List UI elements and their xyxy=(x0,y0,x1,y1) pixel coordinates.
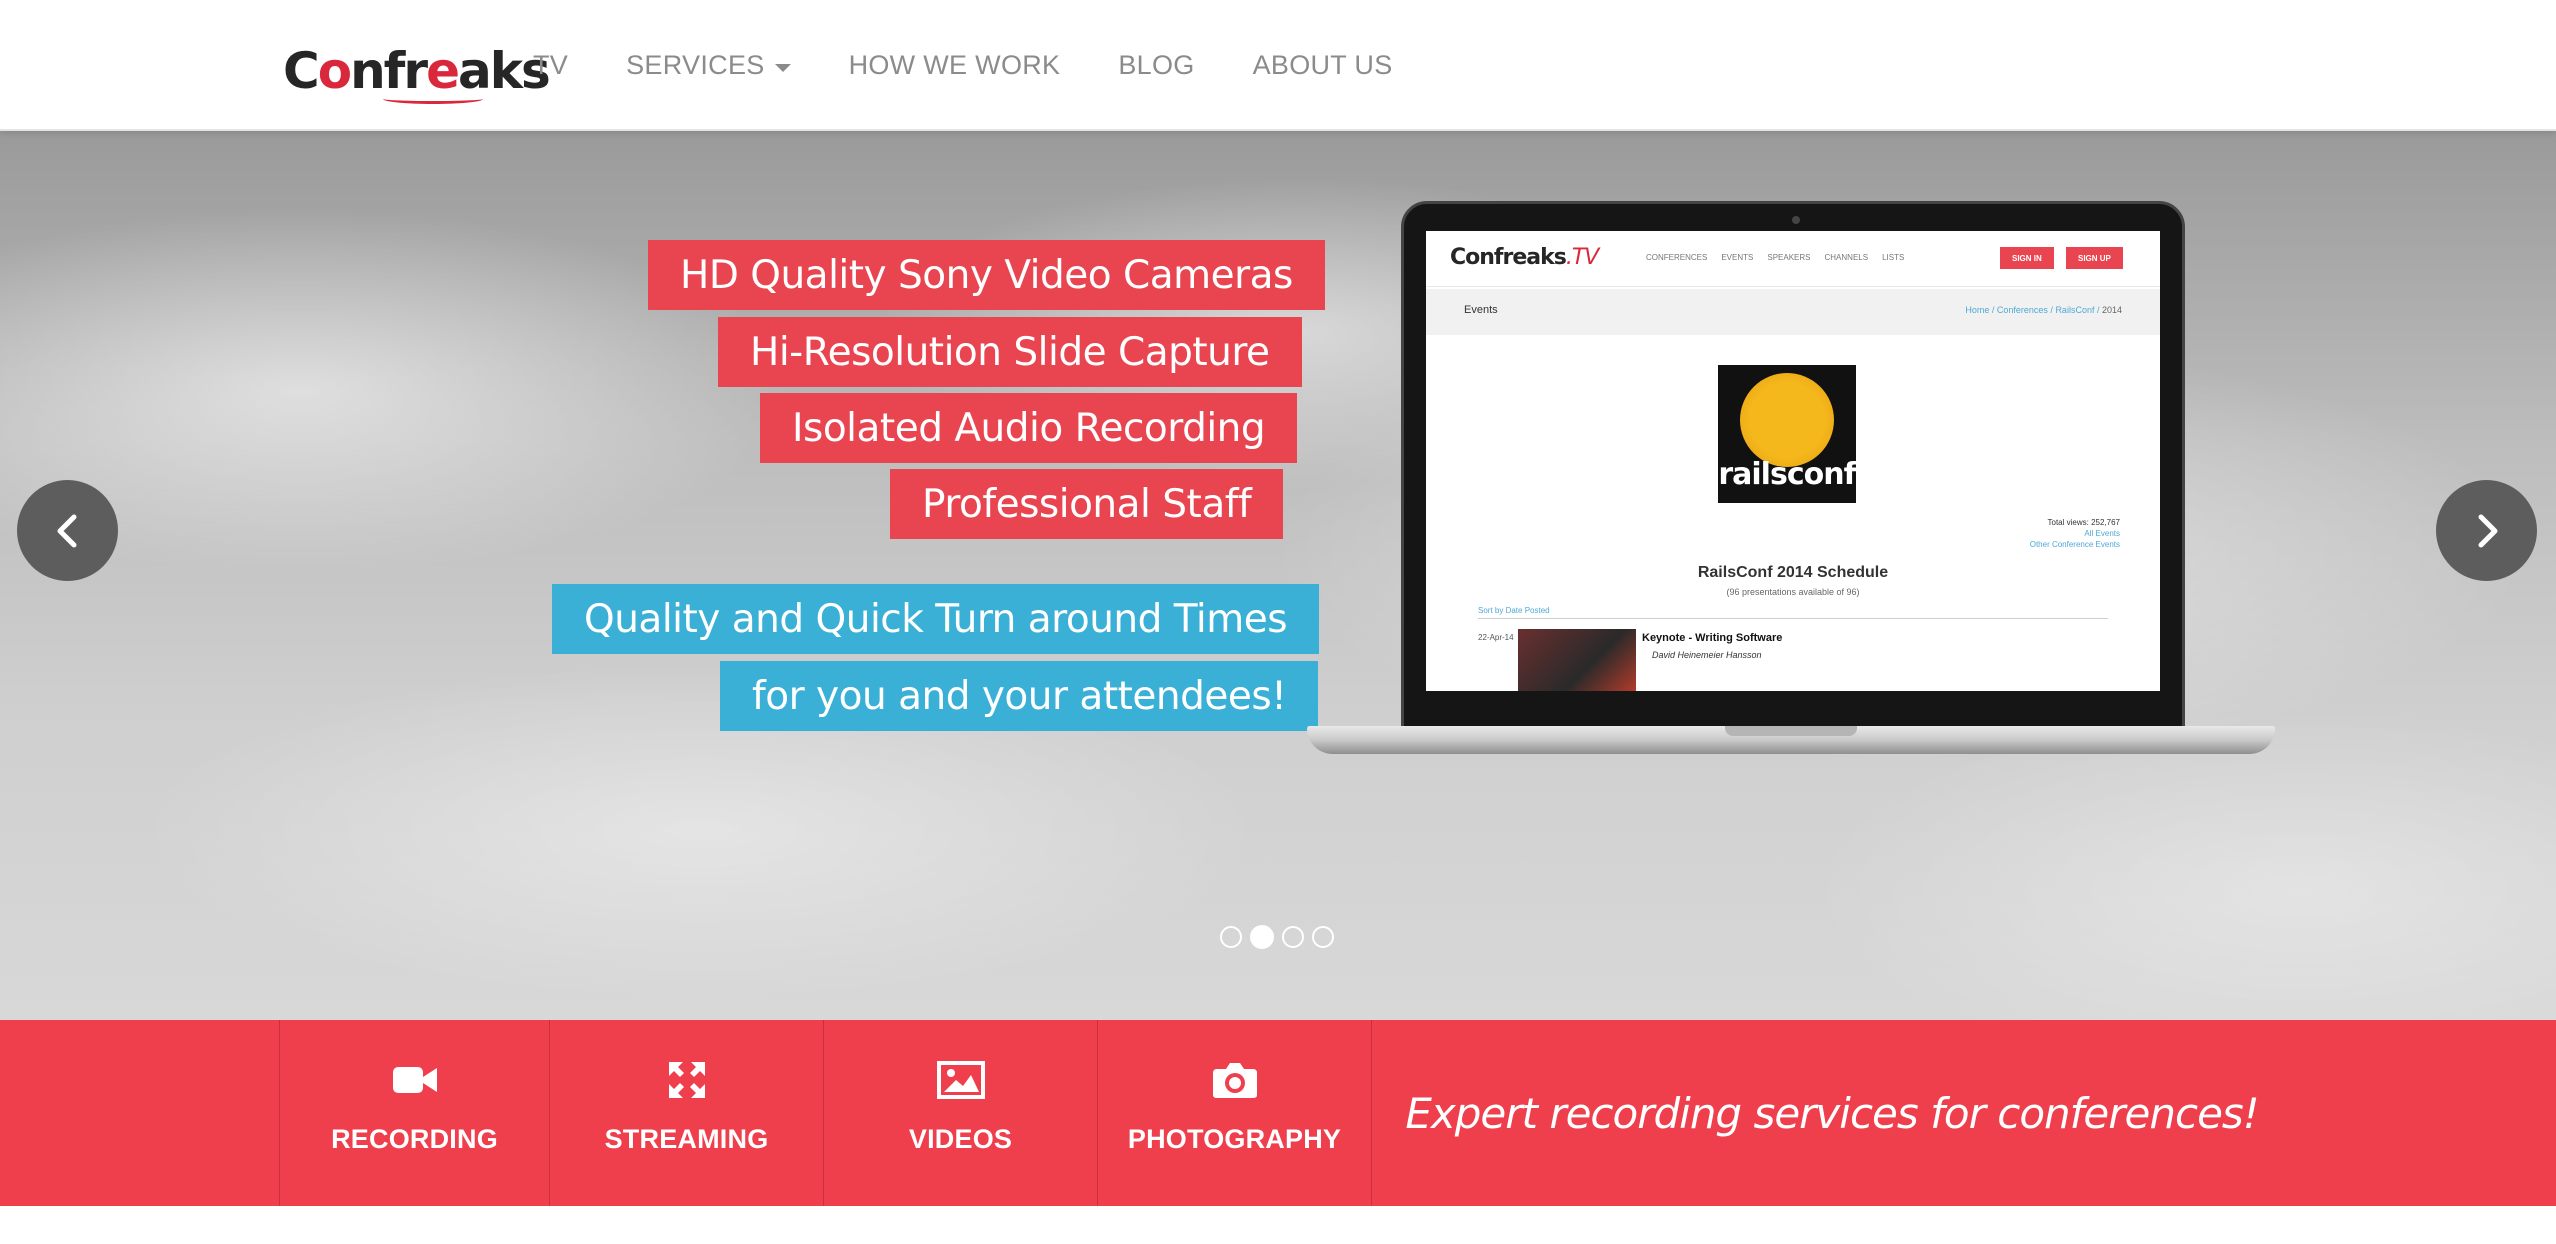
confreaks-logo[interactable]: Co nfr e aks xyxy=(283,40,551,104)
service-recording[interactable]: RECORDING xyxy=(279,1020,549,1206)
video-author: David Heinemeier Hansson xyxy=(1652,650,1762,660)
services-bar: RECORDING STREAMING VIDEOS PHOTOGRAPHY E… xyxy=(0,1020,2556,1206)
logo-letter: e xyxy=(426,42,460,100)
service-photography[interactable]: PHOTOGRAPHY xyxy=(1097,1020,1371,1206)
services-tagline: Expert recording services for conference… xyxy=(1405,1088,2259,1138)
nav-item-blog[interactable]: BLOG xyxy=(1118,50,1194,81)
camera-icon xyxy=(1211,1058,1259,1102)
screen-nav-link: LISTS xyxy=(1882,253,1905,262)
other-events-link: Other Conference Events xyxy=(2029,540,2120,549)
nav-label: HOW WE WORK xyxy=(848,50,1061,80)
crumb: RailsConf xyxy=(2055,305,2095,315)
feature-tag: Quality and Quick Turn around Times xyxy=(552,584,1320,654)
video-date: 22-Apr-14 xyxy=(1478,633,1514,642)
nav-item-services[interactable]: SERVICES xyxy=(626,50,791,81)
chevron-left-icon xyxy=(57,514,76,547)
crumb: Home xyxy=(1965,305,1990,315)
screen-breadcrumb: Home / Conferences / RailsConf / 2014 xyxy=(1965,305,2122,315)
schedule-subtitle: (96 presentations available of 96) xyxy=(1726,587,1860,597)
schedule-title: RailsConf 2014 Schedule xyxy=(1697,564,1889,581)
carousel-dot[interactable] xyxy=(1220,926,1242,948)
logo-swoosh xyxy=(383,94,483,104)
carousel-prev-button[interactable] xyxy=(17,480,118,581)
railsconf-logo: railsconf xyxy=(1718,365,1857,503)
hero-carousel: HD Quality Sony Video Cameras Hi-Resolut… xyxy=(0,131,2556,1020)
logo-letter: o xyxy=(317,42,352,100)
screen-navbar: Confreaks.TV CONFERENCES EVENTS SPEAKERS… xyxy=(1426,231,2160,287)
sun-graphic xyxy=(1740,373,1834,467)
laptop-notch xyxy=(1725,726,1857,736)
service-label: RECORDING xyxy=(331,1124,498,1154)
caret-down-icon xyxy=(774,63,791,72)
picture-icon xyxy=(936,1058,985,1102)
video-title: Keynote - Writing Software xyxy=(1642,632,1783,644)
screen-nav-links: CONFERENCES EVENTS SPEAKERS CHANNELS LIS… xyxy=(1646,253,1918,262)
service-videos[interactable]: VIDEOS xyxy=(823,1020,1097,1206)
top-navbar: Co nfr e aks TV SERVICES HOW WE WORK BLOG A… xyxy=(0,0,2556,131)
crumb: Conferences xyxy=(1996,305,2048,315)
chevron-right-icon xyxy=(2478,514,2497,547)
carousel-indicators xyxy=(1220,925,1342,949)
logo-letter: nfr xyxy=(350,42,428,100)
logo-letter: C xyxy=(283,42,320,100)
crumb: 2014 xyxy=(2101,305,2122,315)
service-label: VIDEOS xyxy=(908,1124,1013,1154)
feature-tag: Professional Staff xyxy=(890,469,1284,539)
screen-nav-link: CHANNELS xyxy=(1824,253,1869,262)
screen-sign-up-button: SIGN UP xyxy=(2066,247,2123,269)
feature-tag: HD Quality Sony Video Cameras xyxy=(648,240,1325,310)
screen-nav-link: CONFERENCES xyxy=(1646,253,1708,262)
nav-label: TV xyxy=(533,50,569,80)
nav-item-about-us[interactable]: ABOUT US xyxy=(1253,50,1393,81)
feature-tag: Hi-Resolution Slide Capture xyxy=(718,317,1302,387)
nav-label: SERVICES xyxy=(626,50,765,80)
screen-nav-link: EVENTS xyxy=(1721,253,1754,262)
video-thumbnail xyxy=(1518,629,1636,691)
carousel-dot-active[interactable] xyxy=(1250,925,1274,949)
nav-label: ABOUT US xyxy=(1252,50,1393,80)
laptop-image: Confreaks.TV CONFERENCES EVENTS SPEAKERS… xyxy=(1307,201,2275,761)
laptop-camera xyxy=(1792,216,1800,224)
screen-nav-link: SPEAKERS xyxy=(1767,253,1811,262)
main-nav: TV SERVICES HOW WE WORK BLOG ABOUT US xyxy=(533,0,1451,131)
feature-tag: Isolated Audio Recording xyxy=(760,393,1298,463)
feature-tag: for you and your attendees! xyxy=(720,661,1319,731)
screen-logo-tv: .TV xyxy=(1565,245,1599,270)
laptop-screen: Confreaks.TV CONFERENCES EVENTS SPEAKERS… xyxy=(1426,231,2160,691)
divider xyxy=(1478,618,2108,619)
nav-item-tv[interactable]: TV xyxy=(533,50,568,81)
carousel-dot[interactable] xyxy=(1282,926,1304,948)
screen-sign-in-button: SIGN IN xyxy=(2000,247,2054,269)
service-label: PHOTOGRAPHY xyxy=(1127,1124,1342,1154)
screen-logo-text: Confreaks xyxy=(1450,245,1567,270)
railsconf-logo-text: railsconf xyxy=(1718,457,1856,492)
carousel-dot[interactable] xyxy=(1312,926,1334,948)
nav-label: BLOG xyxy=(1118,50,1195,80)
arrows-expand-icon xyxy=(663,1058,711,1102)
service-label: STREAMING xyxy=(604,1124,769,1154)
screen-breadcrumb-bar: Events Home / Conferences / RailsConf / … xyxy=(1426,289,2160,335)
screen-stats: Total views: 252,767 All Events Other Co… xyxy=(2030,517,2120,550)
screen-logo: Confreaks.TV xyxy=(1450,245,1599,270)
all-events-link: All Events xyxy=(2084,529,2120,538)
nav-item-how-we-work[interactable]: HOW WE WORK xyxy=(849,50,1061,81)
total-views: Total views: 252,767 xyxy=(2047,518,2121,527)
screen-section-title: Events xyxy=(1464,304,1498,316)
sort-link: Sort by Date Posted xyxy=(1478,606,1550,615)
carousel-next-button[interactable] xyxy=(2436,480,2537,581)
service-streaming[interactable]: STREAMING xyxy=(549,1020,823,1206)
video-camera-icon xyxy=(391,1058,439,1102)
